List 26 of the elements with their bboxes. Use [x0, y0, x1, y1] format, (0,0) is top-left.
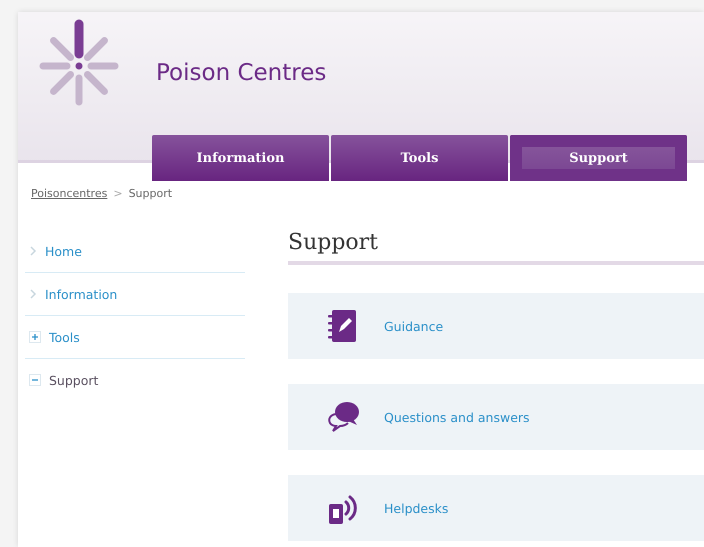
sidebar-label: Support: [49, 372, 98, 388]
support-card[interactable]: Questions and answers: [288, 384, 704, 450]
sidebar-label: Home: [45, 244, 82, 258]
support-card[interactable]: Helpdesks: [288, 475, 704, 541]
chevron-icon: [29, 289, 37, 299]
sidebar-item[interactable]: Tools: [25, 316, 245, 359]
nav-tab[interactable]: Support: [510, 135, 687, 181]
page-heading: Support: [288, 230, 704, 265]
card-label: Helpdesks: [384, 500, 448, 516]
expand-icon[interactable]: [29, 331, 41, 343]
support-card[interactable]: Guidance: [288, 293, 704, 359]
collapse-icon[interactable]: [29, 374, 41, 386]
sidebar-item[interactable]: Home: [25, 230, 245, 273]
breadcrumb-link[interactable]: Poisoncentres: [31, 187, 108, 200]
breadcrumb-current: Support: [128, 187, 172, 200]
chevron-icon: [29, 246, 37, 256]
card-label: Questions and answers: [384, 410, 530, 424]
nav-tab[interactable]: Tools: [331, 135, 508, 181]
breadcrumb-separator: >: [113, 187, 123, 200]
sidebar-item[interactable]: Information: [25, 273, 245, 316]
nav-tab[interactable]: Information: [152, 135, 329, 181]
card-label: Guidance: [384, 318, 444, 334]
sidebar-label: Information: [45, 286, 118, 302]
site-title: Poison Centres: [156, 60, 326, 86]
sidebar-item[interactable]: Support: [25, 359, 245, 401]
sidebar-label: Tools: [49, 330, 80, 344]
